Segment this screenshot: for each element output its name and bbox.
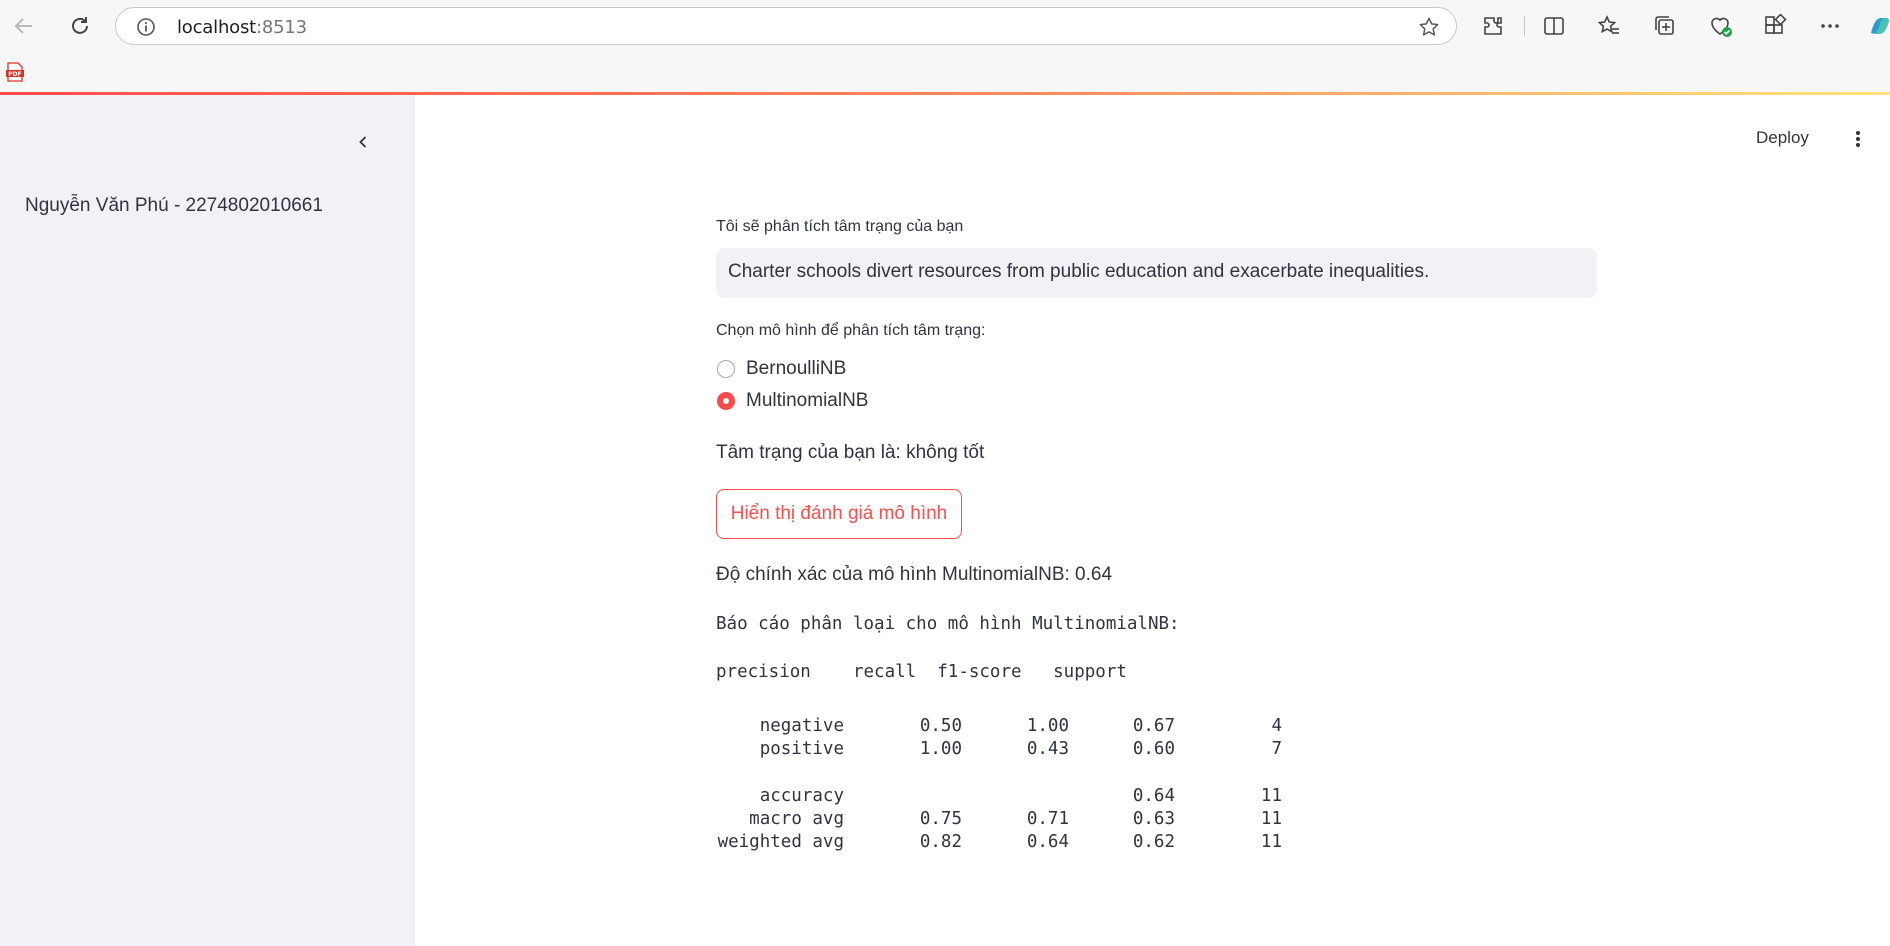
radio-option-label: MultinomialNB <box>746 390 869 411</box>
more-options-icon[interactable] <box>1816 12 1844 40</box>
vertical-dots-icon <box>1856 131 1860 147</box>
report-cell-f1: 0.63 <box>1132 809 1175 829</box>
favorite-star-icon[interactable] <box>1418 16 1440 43</box>
extensions-icon[interactable] <box>1479 12 1507 40</box>
report-cell-recall: 0.64 <box>1026 832 1069 852</box>
report-cell-recall: 0.71 <box>1026 809 1069 829</box>
report-cell-support: 7 <box>1271 739 1282 759</box>
radio-checked-icon[interactable] <box>717 392 735 410</box>
browser-toolbar: localhost:8513 <box>0 0 1890 52</box>
url-port: :8513 <box>256 17 307 38</box>
apps-icon[interactable] <box>1761 12 1789 40</box>
report-header: precision recall f1-score support <box>716 662 1127 682</box>
report-cell-support: 11 <box>1260 832 1282 852</box>
radio-option-multinomialnb[interactable]: MultinomialNB <box>716 390 868 412</box>
favorites-icon[interactable] <box>1595 12 1623 40</box>
split-screen-icon[interactable] <box>1540 12 1568 40</box>
refresh-icon <box>72 17 88 34</box>
report-cell-label: positive <box>759 739 844 759</box>
sentiment-text-input[interactable]: Charter schools divert resources from pu… <box>716 248 1597 298</box>
svg-text:PDF: PDF <box>8 71 21 78</box>
report-cell-precision: 0.82 <box>919 832 962 852</box>
report-cell-precision: 0.75 <box>919 809 962 829</box>
report-cell-precision: 1.00 <box>919 739 962 759</box>
report-row: weighted avg 0.82 0.64 0.62 11 <box>716 832 1316 856</box>
author-text: Nguyễn Văn Phú - 2274802010661 <box>25 195 323 216</box>
text-input-label: Tôi sẽ phân tích tâm trạng của bạn <box>716 218 964 235</box>
radio-option-bernoullinb[interactable]: BernoulliNB <box>716 358 846 380</box>
copilot-icon[interactable] <box>1866 12 1890 40</box>
back-button[interactable] <box>8 10 40 42</box>
main-menu-button[interactable] <box>1848 127 1868 156</box>
show-evaluation-button[interactable]: Hiển thị đánh giá mô hình <box>716 489 962 539</box>
report-cell-f1: 0.60 <box>1132 739 1175 759</box>
report-cell-f1: 0.62 <box>1132 832 1175 852</box>
collections-icon[interactable] <box>1651 12 1679 40</box>
favorites-bar: PDF <box>0 52 1890 92</box>
report-cell-support: 4 <box>1271 716 1282 736</box>
url-host: localhost <box>177 17 256 38</box>
report-cell-label: weighted avg <box>717 832 844 852</box>
refresh-button[interactable] <box>64 10 96 42</box>
report-cell-recall: 0.43 <box>1026 739 1069 759</box>
report-cell-f1: 0.67 <box>1132 716 1175 736</box>
report-row: positive 1.00 0.43 0.60 7 <box>716 739 1316 763</box>
report-cell-support: 11 <box>1260 809 1282 829</box>
report-row: macro avg 0.75 0.71 0.63 11 <box>716 809 1316 833</box>
report-cell-recall: 1.00 <box>1026 716 1069 736</box>
model-radio-label: Chọn mô hình để phân tích tâm trạng: <box>716 322 986 339</box>
report-cell-support: 11 <box>1260 786 1282 806</box>
browser-essentials-icon[interactable] <box>1706 12 1734 40</box>
report-cell-label: macro avg <box>749 809 844 829</box>
collapse-sidebar-button[interactable] <box>350 129 376 155</box>
deploy-button[interactable]: Deploy <box>1756 128 1809 148</box>
address-bar[interactable]: localhost:8513 <box>115 7 1457 45</box>
radio-option-label: BernoulliNB <box>746 358 847 379</box>
report-cell-precision: 0.50 <box>919 716 962 736</box>
pdf-bookmark-icon[interactable]: PDF <box>5 62 25 87</box>
toolbar-divider <box>1524 16 1525 36</box>
report-cell-label: negative <box>759 716 844 736</box>
chevron-left-icon <box>359 136 367 148</box>
accuracy-text: Độ chính xác của mô hình MultinomialNB: … <box>716 564 1113 585</box>
report-row: negative 0.50 1.00 0.67 4 <box>716 716 1316 740</box>
sentiment-result-text: Tâm trạng của bạn là: không tốt <box>716 442 985 463</box>
report-row: accuracy 0.64 11 <box>716 786 1316 810</box>
report-title: Báo cáo phân loại cho mô hình Multinomia… <box>716 614 1180 634</box>
radio-unchecked-icon[interactable] <box>717 360 735 378</box>
report-cell-label: accuracy <box>759 786 844 806</box>
url-text: localhost:8513 <box>177 17 307 38</box>
site-info-icon[interactable] <box>136 17 156 42</box>
report-cell-f1: 0.64 <box>1132 786 1175 806</box>
back-arrow-icon <box>14 18 32 34</box>
sidebar: Nguyễn Văn Phú - 2274802010661 <box>0 95 415 946</box>
